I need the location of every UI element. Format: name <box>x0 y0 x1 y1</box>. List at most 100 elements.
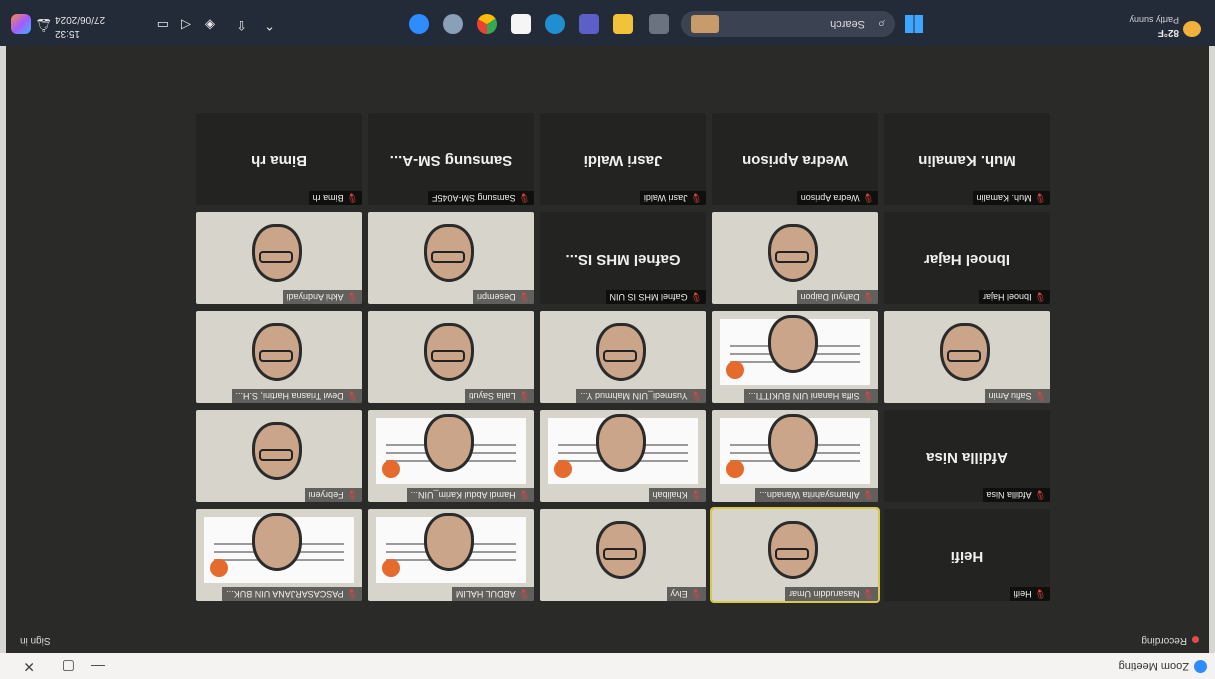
network-icon[interactable]: ◈ <box>205 17 215 33</box>
participant-tile-yusmedi[interactable]: 🎙︎Yusmedi_UIN Mahmud Y... <box>540 311 706 403</box>
participant-display-name: Ibnoel Hajar <box>924 251 1010 268</box>
muted-mic-icon: 🎙︎ <box>346 391 358 401</box>
participant-name-label: 🎙︎Dahyul Daipon <box>796 290 878 304</box>
participant-display-name: Gafnel MHS IS... <box>565 251 681 268</box>
participant-name-label: 🎙︎Wedra Aprison <box>796 191 878 205</box>
slide-logo-icon <box>726 460 744 478</box>
sign-in-link[interactable]: Sign in <box>20 635 51 646</box>
participant-tile-khalibah[interactable]: 🎙︎Khalibah <box>540 410 706 502</box>
participant-name: Elvy <box>670 589 688 599</box>
recording-label[interactable]: Recording <box>1141 635 1187 646</box>
participant-face <box>424 224 474 282</box>
participant-display-name: Muh. Kamalin <box>918 152 1016 169</box>
speaker-icon[interactable]: ◁ <box>181 17 191 33</box>
zoom-title-bar: Zoom Meeting — ▢ ✕ <box>0 653 1215 679</box>
participant-name-label: 🎙︎Dewi Triasna Hartini, S.H... <box>231 389 362 403</box>
participant-tile-febryeni[interactable]: 🎙︎Febryeni <box>196 410 362 502</box>
participant-face <box>424 513 474 571</box>
participant-name-label: 🎙︎ABDUL HALIM <box>451 587 534 601</box>
muted-mic-icon: 🎙︎ <box>690 292 702 302</box>
participant-name: Hamdi Abdul Karim_UIN... <box>410 490 516 500</box>
participant-tile-dewi[interactable]: 🎙︎Dewi Triasna Hartini, S.H... <box>196 311 362 403</box>
participant-face <box>596 521 646 579</box>
notification-bell-icon[interactable]: 🔔︎ <box>35 17 52 33</box>
edge-icon[interactable] <box>545 14 565 34</box>
weather-temperature[interactable]: 82°F <box>1158 27 1179 38</box>
participant-tile-afdilla[interactable]: Afdilla Nisa 🎙︎Afdilla Nisa <box>884 410 1050 502</box>
participant-name: PASCASARJANA UIN BUK... <box>226 589 344 599</box>
participant-name: Desempri <box>477 292 516 302</box>
participant-tile-ibnoel[interactable]: Ibnoel Hajar 🎙︎Ibnoel Hajar <box>884 212 1050 304</box>
muted-mic-icon: 🎙︎ <box>346 292 358 302</box>
participant-tile-samsung[interactable]: Samsung SM-A... 🎙︎Samsung SM-A045F <box>368 113 534 205</box>
meeting-gallery: Recording Sign in Heifi 🎙︎Heifi 🎙︎Nasarudd… <box>6 46 1209 653</box>
muted-mic-icon: 🎙︎ <box>1034 391 1046 401</box>
teams-icon[interactable] <box>579 14 599 34</box>
participant-face <box>768 414 818 472</box>
participant-name-label: 🎙︎Yusmedi_UIN Mahmud Y... <box>576 389 706 403</box>
participant-name-label: 🎙︎Desempri <box>473 290 534 304</box>
participant-display-name: Jasri Waldi <box>583 152 663 169</box>
participant-name: Laila Sayuti <box>469 391 516 401</box>
participant-name: Safiu Amin <box>988 391 1032 401</box>
settings-icon[interactable] <box>443 14 463 34</box>
participant-name-label: 🎙︎Elvy <box>666 587 706 601</box>
muted-mic-icon: 🎙︎ <box>346 490 358 500</box>
weather-icon[interactable] <box>1183 21 1201 37</box>
participant-tile-nasaruddin[interactable]: 🎙︎Nasaruddin Umar <box>710 507 880 603</box>
participant-tile-heifi[interactable]: Heifi 🎙︎Heifi <box>884 509 1050 601</box>
participant-tile-jasri[interactable]: Jasri Waldi 🎙︎Jasri Waldi <box>540 113 706 205</box>
participant-tile-elvy[interactable]: 🎙︎Elvy <box>540 509 706 601</box>
upload-icon[interactable]: ⇧ <box>236 17 247 33</box>
participant-tile-hamdi[interactable]: 🎙︎Hamdi Abdul Karim_UIN... <box>368 410 534 502</box>
folder-icon[interactable] <box>613 14 633 34</box>
minimize-button[interactable]: — <box>91 659 105 675</box>
participant-tile-wedra[interactable]: Wedra Aprison 🎙︎Wedra Aprison <box>712 113 878 205</box>
participant-tile-abdul-halim[interactable]: 🎙︎ABDUL HALIM <box>368 509 534 601</box>
participant-name: Alhamsyahrita Wanadn... <box>759 490 860 500</box>
store-icon[interactable] <box>511 14 531 34</box>
clock-time[interactable]: 15:32 <box>55 28 125 39</box>
battery-icon[interactable]: ▭ <box>157 17 169 33</box>
muted-mic-icon: 🎙︎ <box>518 193 530 203</box>
maximize-button[interactable]: ▢ <box>62 658 75 675</box>
zoom-icon[interactable] <box>409 14 429 34</box>
muted-mic-icon: 🎙︎ <box>346 589 358 599</box>
close-button[interactable]: ✕ <box>23 658 35 675</box>
participant-tile-akhi[interactable]: 🎙︎Akhi Andriyadi <box>196 212 362 304</box>
participant-face <box>596 414 646 472</box>
participant-tile-laila[interactable]: 🎙︎Laila Sayuti <box>368 311 534 403</box>
search-highlight-icon <box>691 15 719 33</box>
participant-tile-gafnel[interactable]: Gafnel MHS IS... 🎙︎Gafnel MHS IS UIN <box>540 212 706 304</box>
participant-name-label: 🎙︎Muh. Kamalin <box>972 191 1050 205</box>
participant-tile-kamalin[interactable]: Muh. Kamalin 🎙︎Muh. Kamalin <box>884 113 1050 205</box>
muted-mic-icon: 🎙︎ <box>1034 292 1046 302</box>
file-explorer-icon[interactable] <box>649 14 669 34</box>
participant-tile-alhamsyahrita[interactable]: 🎙︎Alhamsyahrita Wanadn... <box>712 410 878 502</box>
chrome-icon[interactable] <box>477 14 497 34</box>
copilot-icon[interactable] <box>11 14 31 34</box>
recording-indicator-icon <box>1192 636 1199 643</box>
participant-tile-desempri[interactable]: 🎙︎Desempri <box>368 212 534 304</box>
participant-display-name: Wedra Aprison <box>742 152 848 169</box>
participant-tile-bima[interactable]: Bima rh 🎙︎Bima rh <box>196 113 362 205</box>
participant-name-label: 🎙︎Bima rh <box>308 191 362 205</box>
windows-start-icon[interactable] <box>905 15 923 33</box>
clock-date[interactable]: 27/06/2024 <box>55 14 125 25</box>
participant-tile-pascasarjana[interactable]: 🎙︎PASCASARJANA UIN BUK... <box>196 509 362 601</box>
participant-name: Yusmedi_UIN Mahmud Y... <box>580 391 688 401</box>
muted-mic-icon: 🎙︎ <box>690 391 702 401</box>
participant-tile-siffa[interactable]: 🎙︎Siffa Hanani UIN BUKITTI... <box>712 311 878 403</box>
participant-tile-safiu[interactable]: 🎙︎Safiu Amin <box>884 311 1050 403</box>
weather-condition[interactable]: Partly sunny <box>1129 15 1179 25</box>
search-icon: ⌕ <box>877 17 885 32</box>
participant-name-label: 🎙︎Khalibah <box>648 488 706 502</box>
chevron-up-icon[interactable]: ⌃ <box>264 17 275 33</box>
participant-name-label: 🎙︎Siffa Hanani UIN BUKITTI... <box>744 389 878 403</box>
participant-tile-dahyul[interactable]: 🎙︎Dahyul Daipon <box>712 212 878 304</box>
taskbar: 82°F Partly sunny ⌕ Search ⌃ ⇧ ◈ ◁ ▭ 15:… <box>0 0 1215 46</box>
participant-name-label: 🎙︎Samsung SM-A045F <box>428 191 534 205</box>
participant-name: Dahyul Daipon <box>800 292 860 302</box>
meeting-top-strip: Recording Sign in <box>6 625 1209 653</box>
taskbar-search[interactable]: ⌕ Search <box>681 11 895 37</box>
